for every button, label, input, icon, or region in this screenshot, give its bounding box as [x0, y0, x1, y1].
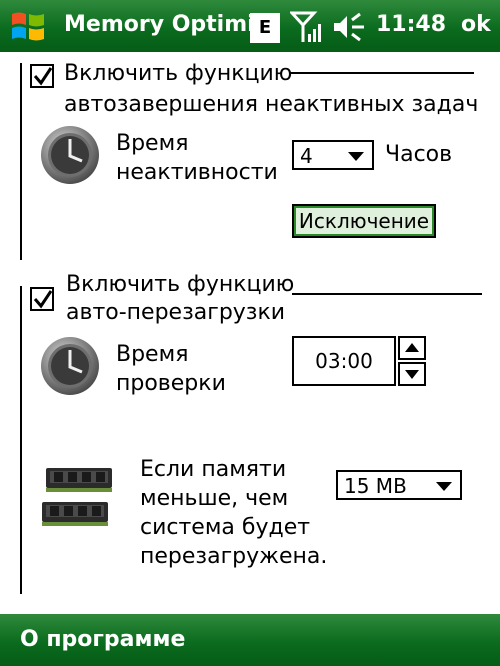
memory-chip-icon [42, 468, 112, 526]
ok-button[interactable]: ok [461, 12, 491, 37]
clock-icon [41, 337, 99, 395]
network-type-badge: E [250, 13, 280, 43]
inactivity-label-line1: Время [116, 131, 189, 156]
autoreboot-heading-line2: авто-перезагрузки [66, 300, 286, 325]
group2-border-left [20, 286, 22, 594]
check-time-label-line2: проверки [116, 371, 226, 396]
memory-threshold-dropdown[interactable]: 15 MB [336, 470, 462, 500]
exclusion-button[interactable]: Исключение [292, 204, 436, 238]
check-time-field[interactable]: 03:00 [292, 336, 396, 386]
memory-label-line1: Если памяти [140, 457, 287, 482]
clock-icon [41, 126, 99, 184]
title-bar: Memory Optimi: E 11:48 ok [0, 0, 500, 52]
memory-threshold-value: 15 MB [344, 474, 407, 498]
softkey-bar: О программе [0, 614, 500, 666]
autoclose-checkbox[interactable] [30, 64, 54, 88]
check-time-label-line1: Время [116, 342, 189, 367]
windows-start-icon[interactable] [8, 6, 48, 46]
hours-value: 4 [300, 144, 313, 168]
group1-border-top [289, 72, 474, 74]
arrow-up-icon [405, 343, 419, 352]
autoreboot-heading-line1: Включить функцию [66, 272, 295, 297]
speaker-icon[interactable] [332, 12, 368, 42]
time-spin-down-button[interactable] [398, 362, 426, 386]
inactivity-label-line2: неактивности [116, 160, 278, 185]
signal-icon[interactable] [290, 10, 322, 44]
chevron-down-icon [436, 482, 452, 491]
group1-border-left [20, 63, 22, 260]
memory-label-line2: меньше, чем [140, 486, 289, 511]
hours-dropdown[interactable]: 4 [292, 140, 374, 170]
time-spin-up-button[interactable] [398, 336, 426, 360]
autoreboot-checkbox[interactable] [30, 287, 54, 311]
memory-label-line4: перезагружена. [140, 544, 328, 569]
arrow-down-icon [405, 370, 419, 379]
clock-time: 11:48 [376, 12, 447, 37]
app-title: Memory Optimi: [64, 12, 264, 37]
about-softkey[interactable]: О программе [20, 627, 185, 652]
chevron-down-icon [348, 152, 364, 161]
memory-label-line3: система будет [140, 515, 311, 540]
group2-border-top [292, 293, 482, 295]
autoclose-heading-line2: автозавершения неактивных задач [64, 92, 479, 117]
autoclose-heading-line1: Включить функцию [64, 61, 293, 86]
hours-unit-label: Часов [385, 142, 453, 167]
